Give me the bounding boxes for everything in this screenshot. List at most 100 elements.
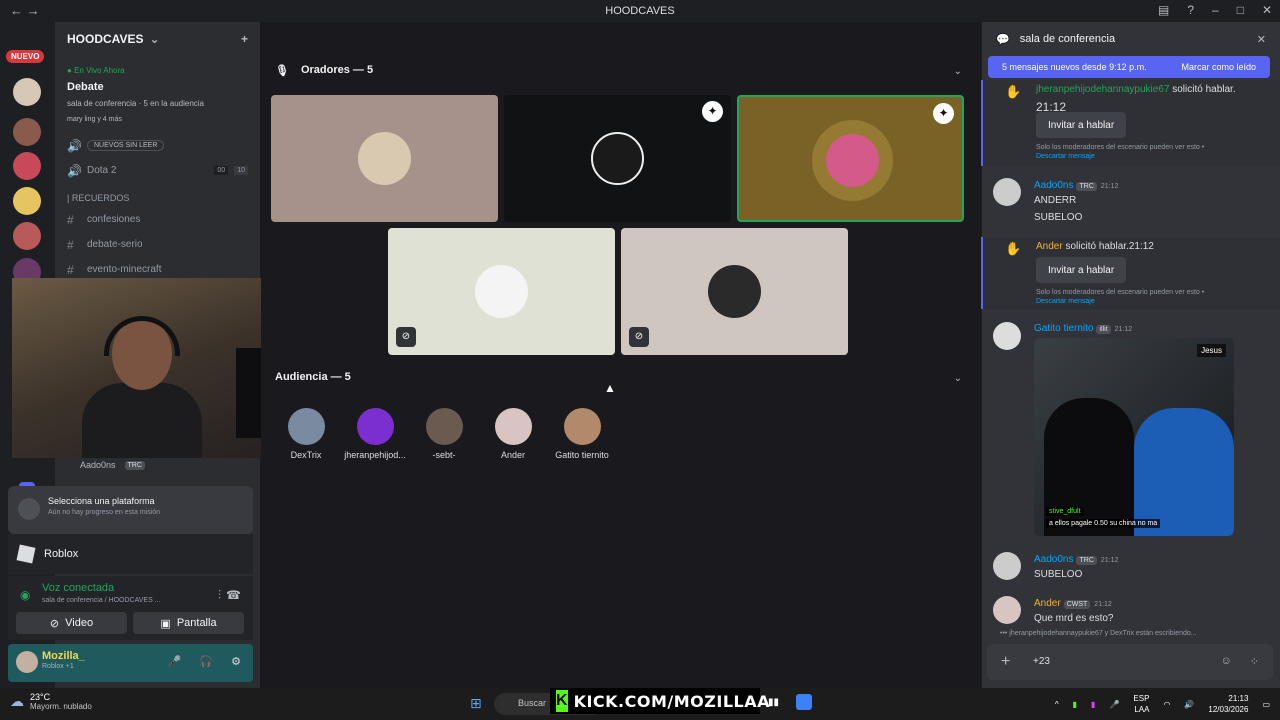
audience-member[interactable]: Ander [473, 408, 553, 460]
server-icon[interactable] [13, 187, 41, 215]
emoji-icon[interactable]: ☺ [1221, 655, 1232, 668]
chevron-up-icon[interactable]: ^ [1055, 700, 1059, 709]
voice-location[interactable]: sala de conferencia / HOODCAVES ... [42, 597, 243, 604]
audience-member[interactable]: DexTrix [266, 408, 346, 460]
voice-status[interactable]: Voz conectada [42, 582, 243, 594]
server-folder[interactable] [13, 152, 41, 180]
tray-app-icon[interactable]: ▮ [1073, 700, 1077, 709]
category-recuerdos[interactable]: | RECUERDOS [55, 183, 260, 207]
activity-row[interactable]: Roblox [8, 534, 253, 574]
add-user-icon[interactable]: + [241, 32, 248, 46]
unread-pill[interactable]: NUEVOS SIN LEER [87, 140, 165, 151]
roblox-icon [16, 544, 36, 564]
avatar[interactable] [993, 322, 1021, 350]
server-header[interactable]: HOODCAVES ⌄ + [55, 22, 260, 56]
wifi-icon[interactable]: ◠ [1163, 700, 1170, 709]
invite-to-speak-button[interactable]: Invitar a hablar [1036, 112, 1127, 138]
avatar[interactable] [16, 651, 38, 673]
server-icon[interactable] [13, 78, 41, 106]
avatar[interactable] [993, 596, 1021, 624]
speaker-tile-speaking[interactable]: ✦ [737, 95, 964, 222]
help-icon[interactable]: ? [1187, 3, 1194, 17]
chevron-down-icon[interactable]: ⌄ [954, 66, 962, 77]
invite-to-speak-button[interactable]: Invitar a hablar [1036, 257, 1127, 283]
quest-card[interactable]: Selecciona una plataforma Aún no hay pro… [8, 486, 253, 534]
microphone-icon[interactable]: 🎤 [168, 655, 182, 668]
dismiss-link[interactable]: Descartar mensaje [1036, 153, 1095, 160]
audience-member[interactable]: jheranpehijod... [335, 408, 415, 460]
minimize-button[interactable]: – [1212, 3, 1219, 17]
chat-header: 💬 sala de conferencia ✕ [982, 22, 1280, 56]
speaker-tile[interactable]: ✦ [504, 95, 731, 222]
maximize-button[interactable]: □ [1237, 3, 1244, 17]
message-time: 21:12 [1100, 557, 1119, 564]
channel-name: confesiones [87, 214, 141, 225]
avatar[interactable] [993, 552, 1021, 580]
request-action: solicitó hablar. [1065, 241, 1129, 252]
audience-name: Gatito tiernito [555, 450, 609, 460]
apps-icon[interactable]: ⁘ [1250, 655, 1259, 668]
screen-share-button[interactable]: ▣ Pantalla [133, 612, 244, 634]
message-input[interactable]: +23 [1033, 656, 1050, 667]
audience-header[interactable]: Audiencia — 5 [275, 371, 351, 383]
avatar[interactable] [993, 178, 1021, 206]
gear-icon[interactable]: ⚙ [231, 655, 241, 668]
voice-user-row[interactable]: Aado0ns TRC [80, 460, 145, 470]
speaker-tile[interactable] [271, 95, 498, 222]
signal-icon[interactable]: ◉ [20, 588, 30, 602]
audience-name: Ander [500, 450, 526, 460]
request-action: solicitó hablar. [1172, 84, 1236, 95]
noise-suppression-icon[interactable]: ⫶ [218, 588, 221, 603]
speakers-header[interactable]: 🎙 Oradores — 5 [275, 64, 373, 77]
text-channel[interactable]: # debate-serio [55, 232, 260, 257]
live-event-card[interactable]: ● En Vivo Ahora Debate sala de conferenc… [65, 62, 250, 127]
attached-image[interactable]: Jesus stive_dfult a ellos pagale 0.50 su… [1034, 338, 1234, 536]
audience-member[interactable]: -sebt- [404, 408, 484, 460]
weather-widget[interactable]: ☁ 23°C Mayorm. nublado [10, 692, 92, 711]
user-tag: TRC [124, 460, 145, 470]
app-icon[interactable] [796, 694, 812, 710]
text-channel[interactable]: # confesiones [55, 207, 260, 232]
message-text: ANDERR [1034, 195, 1077, 206]
tray-app-icon[interactable]: ▮ [1091, 700, 1095, 709]
notification-icon[interactable]: ▭ [1262, 700, 1270, 709]
video-button[interactable]: ⊘ Video [16, 612, 127, 634]
message-author[interactable]: Ander [1034, 598, 1061, 609]
message-author[interactable]: Aado0ns [1034, 554, 1073, 565]
voice-channel-dota[interactable]: 🔊 Dota 2 00 10 [55, 158, 260, 183]
volume-icon[interactable]: 🔊 [1184, 700, 1194, 709]
system-tray: ^ ▮ ▮ 🎤 ESP LAA ◠ 🔊 21:13 12/03/2026 ▭ [1055, 693, 1270, 715]
chat-message: Aado0ns TRC 21:12 ANDERR SUBELOO [981, 178, 1280, 226]
headset-icon[interactable]: 🎧 [199, 655, 213, 668]
unread-row[interactable]: 🔊 NUEVOS SIN LEER [55, 133, 260, 158]
mark-read-button[interactable]: Marcar como leído [1181, 62, 1256, 72]
server-icon[interactable] [13, 118, 41, 146]
camera-off-icon: ⊘ [49, 617, 60, 630]
headphones [104, 316, 180, 356]
message-author[interactable]: Gatito tiernito [1034, 323, 1093, 334]
chat-channel: sala de conferencia [1019, 33, 1116, 45]
clock[interactable]: 21:13 12/03/2026 [1208, 693, 1248, 715]
speaker-tile[interactable]: ⊘ [388, 228, 615, 355]
close-button[interactable]: ✕ [1262, 3, 1272, 17]
add-attachment-icon[interactable]: + [1001, 653, 1010, 671]
speaker-tile[interactable]: ⊘ [621, 228, 848, 355]
mic-muted-icon: ⊘ [629, 327, 649, 347]
windows-start-icon[interactable]: ⊞ [470, 695, 482, 712]
audience-member[interactable]: Gatito tiernito [542, 408, 622, 460]
server-icon[interactable] [13, 222, 41, 250]
chevron-down-icon[interactable]: ⌄ [954, 373, 962, 384]
request-user[interactable]: Ander [1036, 241, 1063, 252]
invite-label: Invitar a hablar [1048, 264, 1115, 276]
message-author[interactable]: Aado0ns [1034, 180, 1073, 191]
disconnect-icon[interactable]: ☎ [226, 588, 241, 602]
hash-icon: # [67, 212, 74, 227]
new-messages-bar[interactable]: 5 mensajes nuevos desde 9:12 p.m. Marcar… [988, 56, 1270, 78]
language-indicator[interactable]: ESP LAA [1133, 693, 1149, 715]
microphone-icon[interactable]: 🎤 [1109, 700, 1119, 709]
dismiss-link[interactable]: Descartar mensaje [1036, 298, 1095, 305]
event-name: Debate [67, 81, 104, 93]
inbox-icon[interactable]: ▤ [1158, 3, 1169, 17]
request-user[interactable]: jheranpehijodehannaypukie67 [1036, 84, 1169, 95]
close-icon[interactable]: ✕ [1257, 33, 1266, 46]
